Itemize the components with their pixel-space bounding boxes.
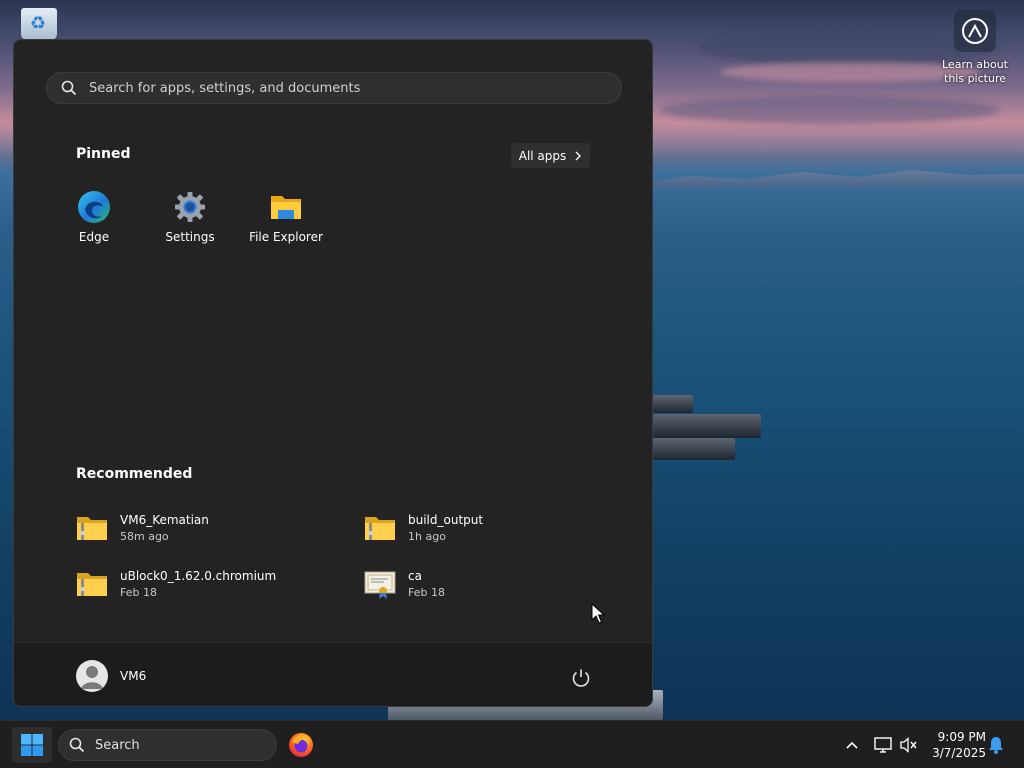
start-menu: Search for apps, settings, and documents…	[13, 39, 653, 707]
clock-time: 9:09 PM	[937, 730, 986, 744]
volume-button[interactable]	[899, 735, 919, 755]
zip-folder-icon	[364, 512, 396, 544]
recommended-item-name: build_output	[408, 513, 484, 527]
recommended-item-time: 1h ago	[408, 530, 446, 543]
pinned-app-label: Settings	[165, 230, 215, 244]
pinned-title: Pinned	[76, 146, 131, 162]
recommended-item-time: 58m ago	[120, 530, 169, 543]
wallpaper-cloud	[660, 96, 1000, 124]
learn-about-picture-button[interactable]	[954, 10, 996, 52]
pinned-app-edge[interactable]: Edge	[51, 190, 137, 254]
start-search-placeholder: Search for apps, settings, and documents	[89, 80, 361, 96]
pinned-app-label: File Explorer	[249, 230, 323, 244]
chevron-up-icon	[846, 741, 858, 749]
search-icon	[61, 80, 77, 96]
chevron-right-icon	[575, 151, 582, 160]
pinned-app-settings[interactable]: Settings	[147, 190, 233, 254]
start-button[interactable]	[12, 727, 52, 763]
gear-icon	[173, 190, 207, 224]
wallpaper-rock	[653, 438, 735, 460]
taskbar-clock[interactable]: 9:09 PM 3/7/2025	[926, 729, 986, 761]
zip-folder-icon	[76, 568, 108, 600]
recommended-item-name: VM6_Kematian	[120, 513, 209, 527]
certificate-icon	[364, 568, 396, 600]
camera-info-icon	[962, 18, 988, 44]
speaker-muted-icon	[900, 737, 917, 753]
taskbar-app-firefox[interactable]	[284, 729, 318, 761]
all-apps-button[interactable]: All apps	[511, 143, 590, 168]
network-status-button[interactable]	[873, 735, 893, 755]
recommended-item[interactable]: ca Feb 18	[364, 564, 624, 604]
wallpaper-rock	[653, 414, 761, 438]
notifications-button[interactable]	[986, 735, 1006, 755]
start-menu-footer: VM6	[14, 642, 652, 706]
all-apps-label: All apps	[518, 148, 567, 163]
taskbar-search-placeholder: Search	[95, 737, 140, 753]
power-icon	[572, 669, 590, 687]
start-search-input[interactable]: Search for apps, settings, and documents	[46, 72, 622, 104]
clock-date: 3/7/2025	[932, 746, 986, 760]
network-icon	[874, 737, 892, 753]
recommended-item[interactable]: uBlock0_1.62.0.chromium Feb 18	[76, 564, 336, 604]
search-icon	[69, 737, 85, 753]
windows-logo-icon	[21, 734, 43, 756]
show-hidden-icons-button[interactable]	[842, 735, 862, 755]
edge-icon	[77, 190, 111, 224]
mouse-cursor-icon	[591, 603, 605, 624]
bell-icon	[989, 737, 1003, 754]
recommended-item-time: Feb 18	[120, 586, 157, 599]
wallpaper-rock	[653, 395, 693, 413]
wallpaper-mountains	[653, 170, 1024, 188]
recommended-item-name: uBlock0_1.62.0.chromium	[120, 569, 277, 583]
recommended-item-time: Feb 18	[408, 586, 445, 599]
zip-folder-icon	[76, 512, 108, 544]
user-name: VM6	[120, 669, 147, 683]
learn-about-picture-label: Learn about this picture	[942, 58, 1008, 85]
pinned-app-file-explorer[interactable]: File Explorer	[243, 190, 329, 254]
taskbar-search-box[interactable]: Search	[58, 729, 277, 761]
taskbar: Search 9:09 PM 3/7/2025	[0, 720, 1024, 768]
user-avatar-icon	[76, 660, 108, 692]
recommended-item[interactable]: build_output 1h ago	[364, 508, 624, 548]
recycle-symbol-icon: ♻	[30, 13, 47, 34]
power-button[interactable]	[570, 667, 592, 689]
pinned-app-label: Edge	[78, 230, 110, 244]
recommended-item-name: ca	[408, 569, 422, 583]
folder-icon	[269, 190, 303, 224]
recommended-item[interactable]: VM6_Kematian 58m ago	[76, 508, 336, 548]
user-account-button[interactable]: VM6	[76, 660, 146, 692]
firefox-icon	[289, 733, 313, 757]
recommended-title: Recommended	[76, 466, 193, 482]
